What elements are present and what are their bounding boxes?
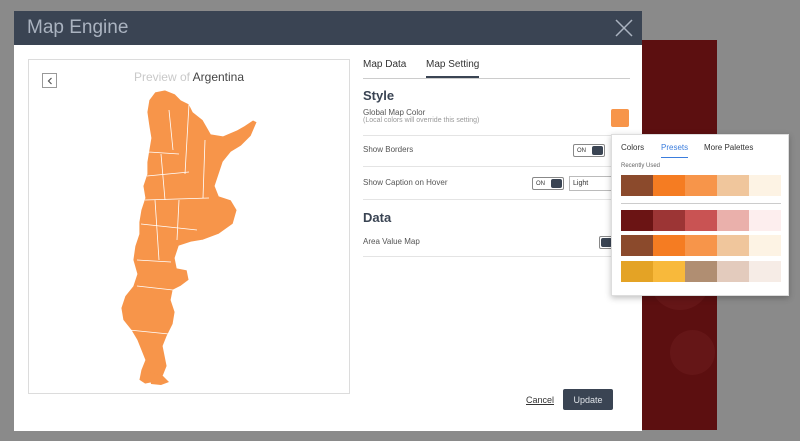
color-swatch[interactable]: [621, 235, 653, 256]
color-swatch[interactable]: [685, 210, 717, 231]
toggle-state: ON: [577, 147, 586, 154]
caption-theme-select[interactable]: Light: [569, 176, 613, 191]
global-color-note: (Local colors will override this setting…: [363, 117, 480, 124]
color-swatch[interactable]: [749, 261, 781, 282]
preview-country-name: Argentina: [192, 70, 245, 84]
update-button[interactable]: Update: [563, 389, 613, 410]
color-swatch[interactable]: [621, 261, 653, 282]
color-swatch[interactable]: [653, 175, 685, 196]
toggle-knob: [592, 146, 603, 155]
color-swatch[interactable]: [717, 210, 749, 231]
color-swatch[interactable]: [717, 235, 749, 256]
recently-used-label: Recently Used: [621, 163, 661, 169]
color-swatch[interactable]: [749, 175, 781, 196]
area-value-row: Area Value Map: [363, 233, 630, 257]
data-heading: Data: [363, 210, 392, 225]
show-borders-toggle[interactable]: ON: [573, 144, 605, 157]
color-swatch[interactable]: [621, 210, 653, 231]
color-swatch[interactable]: [621, 175, 653, 196]
color-swatch[interactable]: [717, 261, 749, 282]
close-icon[interactable]: [614, 18, 634, 38]
color-palette-popup: Colors Presets More Palettes Recently Us…: [611, 134, 789, 296]
color-swatch[interactable]: [653, 210, 685, 231]
color-swatch[interactable]: [653, 261, 685, 282]
toggle-state: ON: [536, 180, 545, 187]
color-swatch[interactable]: [685, 175, 717, 196]
color-swatch[interactable]: [749, 210, 781, 231]
palette-tab-more-palettes[interactable]: More Palettes: [704, 143, 753, 157]
color-swatch[interactable]: [653, 235, 685, 256]
color-swatch[interactable]: [717, 175, 749, 196]
show-borders-row: Show Borders ON: [363, 143, 630, 167]
dialog-header: Map Engine: [14, 11, 642, 45]
style-heading: Style: [363, 88, 395, 103]
preset-palette-row[interactable]: [621, 235, 781, 256]
show-caption-toggle[interactable]: ON: [532, 177, 564, 190]
show-caption-row: Show Caption on Hover ON Light: [363, 174, 630, 200]
palette-tab-colors[interactable]: Colors: [621, 143, 644, 157]
palette-divider: [621, 203, 781, 204]
preset-palette-row[interactable]: [621, 210, 781, 231]
background-blur: [670, 330, 715, 375]
color-swatch[interactable]: [685, 235, 717, 256]
preview-title: Preview of Argentina: [29, 70, 349, 84]
preview-title-prefix: Preview of: [133, 70, 190, 84]
global-color-swatch[interactable]: [611, 109, 629, 127]
dialog-title: Map Engine: [27, 17, 129, 38]
settings-tabs: Map Data Map Setting: [363, 57, 630, 79]
global-color-row: Global Map Color (Local colors will over…: [363, 108, 630, 136]
map-preview-panel: Preview of Argentina: [28, 59, 350, 394]
area-value-label: Area Value Map: [363, 237, 420, 246]
argentina-map[interactable]: [119, 90, 259, 385]
color-swatch[interactable]: [749, 235, 781, 256]
recently-used-colors[interactable]: [621, 175, 781, 196]
preset-palette-row[interactable]: [621, 261, 781, 282]
tab-map-setting[interactable]: Map Setting: [426, 59, 480, 78]
palette-tab-presets[interactable]: Presets: [661, 143, 689, 158]
tab-map-data[interactable]: Map Data: [363, 59, 406, 76]
map-engine-dialog: Map Engine Preview of Argentina Map Data…: [14, 11, 642, 431]
color-swatch[interactable]: [685, 261, 717, 282]
toggle-knob: [551, 179, 562, 188]
toggle-knob: [600, 238, 612, 247]
global-color-label: Global Map Color: [363, 108, 426, 117]
cancel-button[interactable]: Cancel: [526, 395, 554, 405]
